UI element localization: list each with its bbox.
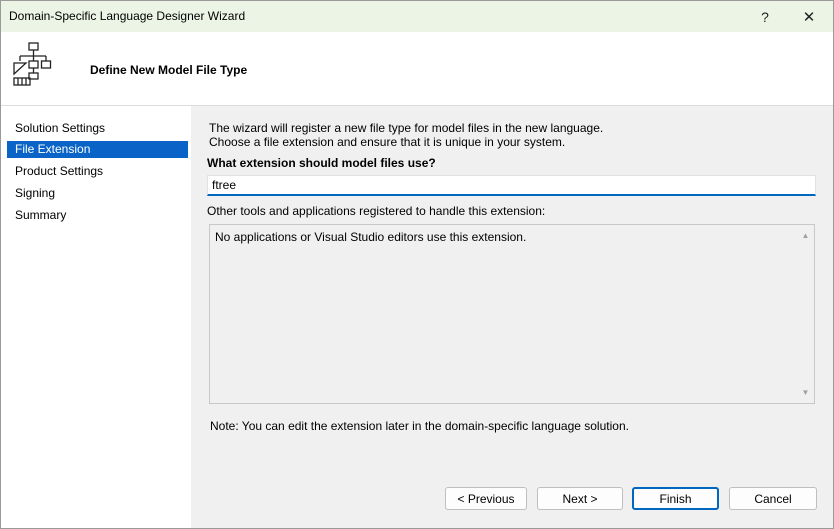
cancel-button[interactable]: Cancel — [729, 487, 817, 510]
nav-item-product-settings[interactable]: Product Settings — [7, 163, 188, 180]
window-title: Domain-Specific Language Designer Wizard — [9, 9, 246, 23]
wizard-window: Domain-Specific Language Designer Wizard… — [0, 0, 834, 529]
scroll-down-arrow-icon[interactable]: ▼ — [797, 384, 814, 401]
description: The wizard will register a new file type… — [209, 121, 603, 149]
registered-apps-list[interactable]: No applications or Visual Studio editors… — [209, 224, 815, 404]
scroll-up-arrow-icon[interactable]: ▲ — [797, 227, 814, 244]
help-button[interactable]: ? — [743, 1, 787, 32]
wizard-nav: Solution Settings File Extension Product… — [1, 106, 191, 528]
page-title: Define New Model File Type — [90, 63, 248, 77]
previous-button[interactable]: < Previous — [445, 487, 527, 510]
extension-question: What extension should model files use? — [207, 156, 436, 170]
finish-button[interactable]: Finish — [632, 487, 719, 510]
wizard-header: Define New Model File Type — [1, 32, 833, 106]
nav-item-signing[interactable]: Signing — [7, 185, 188, 202]
nav-item-summary[interactable]: Summary — [7, 207, 188, 224]
other-tools-label: Other tools and applications registered … — [207, 204, 546, 218]
wizard-content: The wizard will register a new file type… — [191, 106, 833, 528]
description-line-1: The wizard will register a new file type… — [209, 121, 604, 135]
nav-item-file-extension[interactable]: File Extension — [7, 141, 188, 158]
close-button[interactable]: ✕ — [787, 1, 831, 32]
nav-item-solution-settings[interactable]: Solution Settings — [7, 120, 188, 137]
description-line-2: Choose a file extension and ensure that … — [209, 135, 566, 149]
list-item: No applications or Visual Studio editors… — [215, 230, 527, 244]
hierarchy-diagram-icon — [13, 42, 52, 86]
list-scrollbar[interactable]: ▲ ▼ — [797, 225, 814, 403]
next-button[interactable]: Next > — [537, 487, 623, 510]
extension-input[interactable] — [207, 175, 816, 196]
note-text: Note: You can edit the extension later i… — [210, 419, 629, 433]
help-icon: ? — [761, 8, 769, 25]
close-icon: ✕ — [802, 8, 816, 26]
title-bar: Domain-Specific Language Designer Wizard… — [1, 1, 833, 32]
